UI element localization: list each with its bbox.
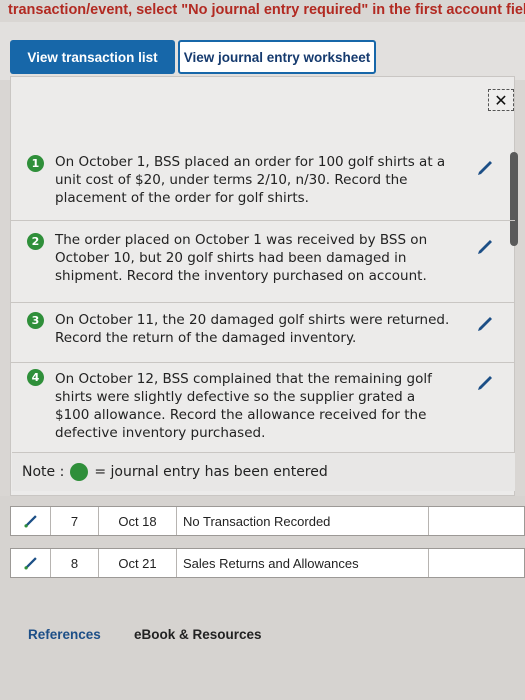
row-date: Oct 18 [99, 507, 177, 535]
transaction-number-badge: 4 [27, 369, 44, 386]
view-journal-entry-worksheet-button[interactable]: View journal entry worksheet [178, 40, 376, 74]
row-account: Sales Returns and Allowances [177, 549, 429, 577]
note-text: = journal entry has been entered [94, 464, 328, 480]
table-row: 8 Oct 21 Sales Returns and Allowances [10, 548, 525, 578]
edit-pencil-icon[interactable] [474, 313, 496, 335]
row-date: Oct 21 [99, 549, 177, 577]
transaction-description: On October 11, the 20 damaged golf shirt… [55, 312, 450, 346]
table-row: 7 Oct 18 No Transaction Recorded [10, 506, 525, 536]
close-icon[interactable]: ✕ [488, 89, 514, 111]
transaction-description: The order placed on October 1 was receiv… [55, 232, 428, 284]
ebook-resources-link[interactable]: eBook & Resources [134, 627, 262, 642]
row-number: 7 [51, 507, 99, 535]
row-edit-cell[interactable] [11, 507, 51, 535]
row-debit [429, 549, 525, 577]
note-label: Note : [22, 464, 65, 480]
edit-pencil-icon[interactable] [22, 554, 40, 572]
transaction-number-badge: 1 [27, 155, 44, 172]
references-link[interactable]: References [28, 627, 101, 642]
edit-pencil-icon[interactable] [474, 372, 496, 394]
transaction-description: On October 12, BSS complained that the r… [55, 371, 432, 441]
row-number: 8 [51, 549, 99, 577]
edit-pencil-icon[interactable] [474, 236, 496, 258]
transaction-number-badge: 2 [27, 233, 44, 250]
edit-pencil-icon[interactable] [22, 512, 40, 530]
row-account: No Transaction Recorded [177, 507, 429, 535]
transaction-number-badge: 3 [27, 312, 44, 329]
row-debit [429, 507, 525, 535]
row-edit-cell[interactable] [11, 549, 51, 577]
edit-pencil-icon[interactable] [474, 157, 496, 179]
instruction-text: transaction/event, select "No journal en… [8, 2, 525, 18]
view-transaction-list-button[interactable]: View transaction list [10, 40, 175, 74]
entered-indicator-dot [70, 463, 89, 481]
note-legend: Note : = journal entry has been entered [12, 452, 515, 491]
transaction-description: On October 1, BSS placed an order for 10… [55, 154, 446, 206]
